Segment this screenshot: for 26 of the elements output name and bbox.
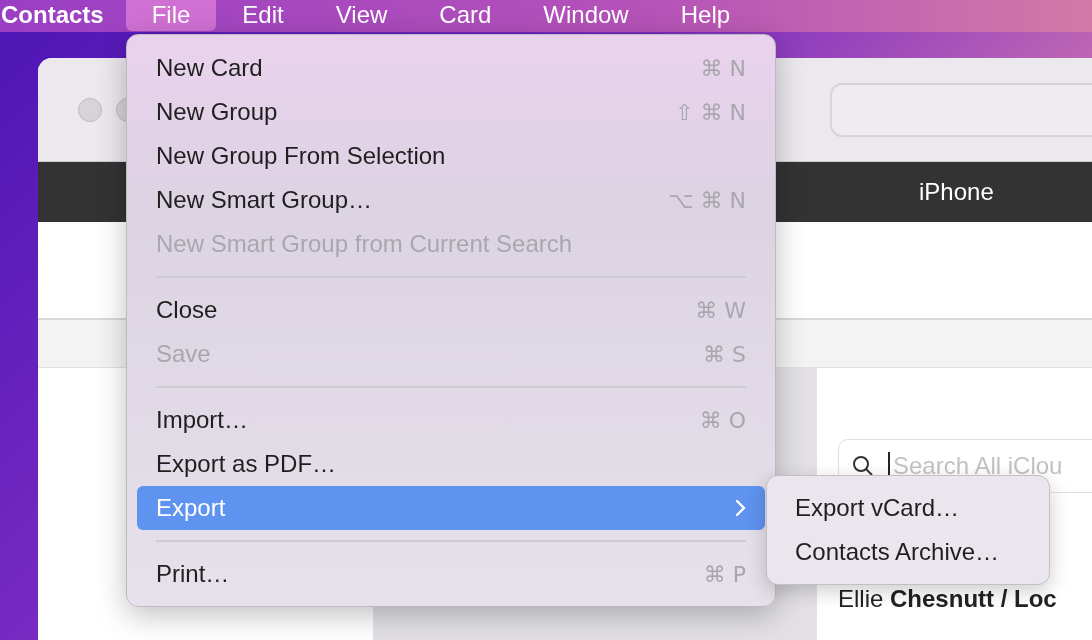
menu-title[interactable]: View xyxy=(309,0,414,31)
menu-title[interactable]: Help xyxy=(654,0,757,31)
shortcut-label: ⌘ N xyxy=(700,54,746,83)
search-icon xyxy=(852,455,874,477)
menu-item[interactable]: Print… ⌘ P xyxy=(137,552,765,596)
menu-item[interactable]: New Card ⌘ N xyxy=(137,46,765,90)
menu-title[interactable]: Window xyxy=(517,0,655,31)
menu-item[interactable]: Close ⌘ W xyxy=(137,288,765,332)
menu-item[interactable]: New Group ⇧ ⌘ N xyxy=(137,90,765,134)
shortcut-label: ⇧ ⌘ N xyxy=(675,98,746,127)
menu-item[interactable]: New Group From Selection xyxy=(137,134,765,178)
menu-title[interactable]: Edit xyxy=(216,0,310,31)
toolbar-field[interactable] xyxy=(830,82,1092,137)
shortcut-label: ⌘ S xyxy=(703,340,746,369)
menu-item[interactable]: Export as PDF… xyxy=(137,442,765,486)
contact-name[interactable]: Ellie Chesnutt / Loc xyxy=(838,581,1092,617)
close-window-icon[interactable] xyxy=(78,97,102,122)
app-name: Contacts xyxy=(1,1,104,29)
shortcut-label: ⌘ P xyxy=(703,560,746,589)
shortcut-label: ⌘ W xyxy=(695,296,746,325)
menu-item[interactable]: Import… ⌘ O xyxy=(137,398,765,442)
menu-title[interactable]: Card xyxy=(413,0,518,31)
shortcut-label: ⌘ O xyxy=(699,406,746,435)
submenu-item[interactable]: Contacts Archive… xyxy=(767,530,1049,574)
chevron-right-icon xyxy=(734,499,746,517)
device-label: iPhone xyxy=(919,177,994,207)
